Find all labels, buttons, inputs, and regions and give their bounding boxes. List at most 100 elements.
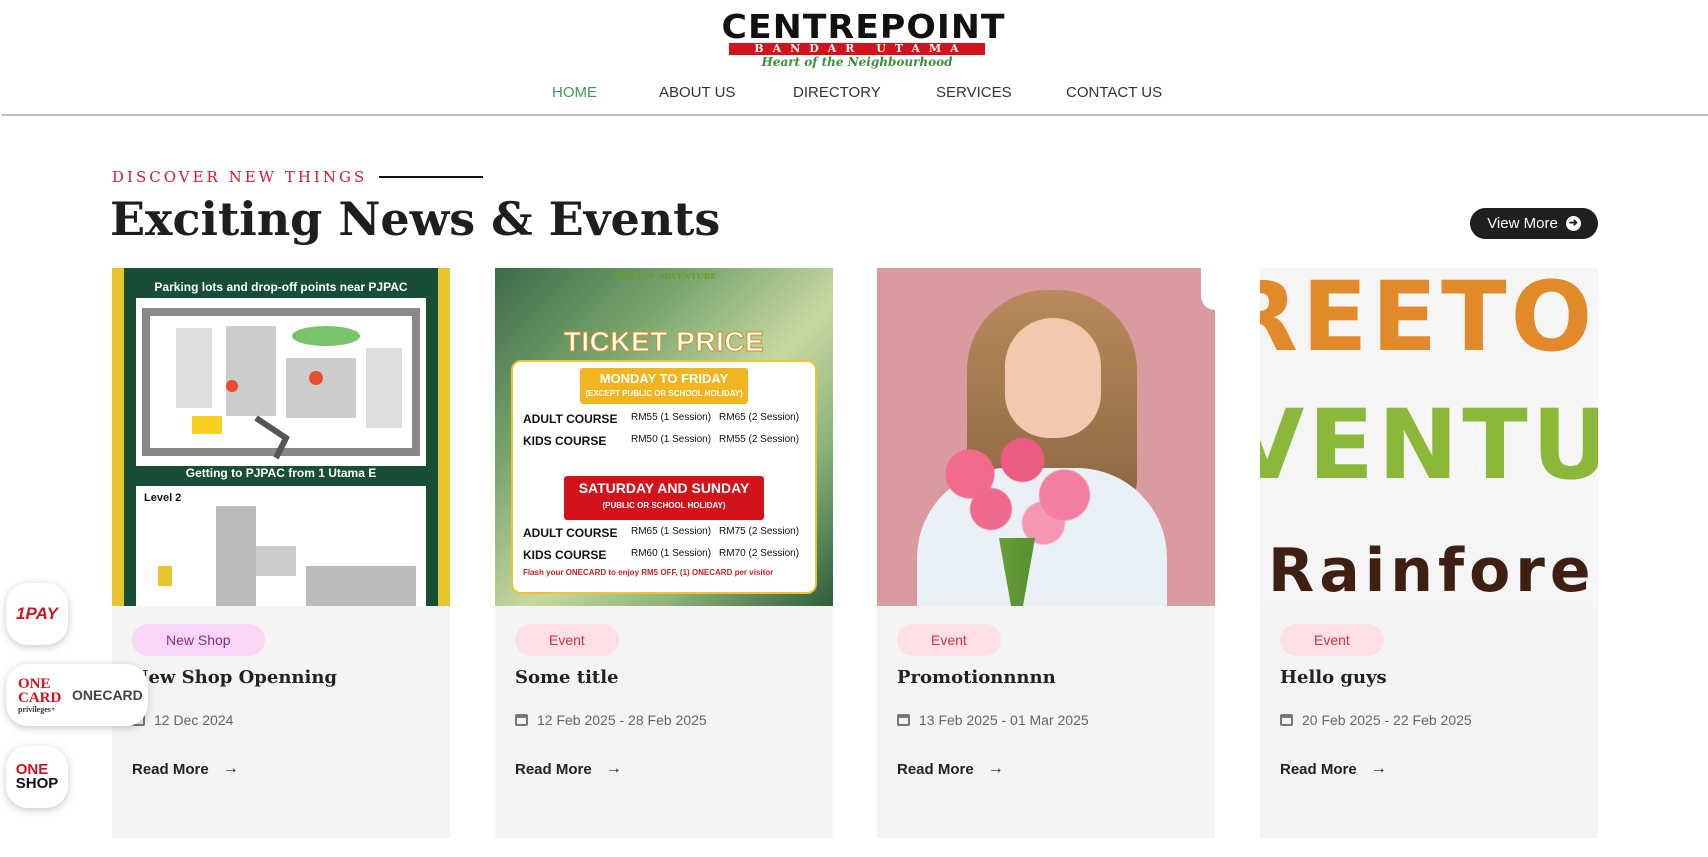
card-date-text: 12 Feb 2025 - 28 Feb 2025 — [537, 712, 707, 728]
weekday-note: (EXCEPT PUBLIC OR SCHOOL HOLIDAY) — [585, 389, 743, 398]
onecard-label: ONECARD — [72, 687, 143, 703]
news-card[interactable]: Event Promotionnnnn 13 Feb 2025 - 01 Mar… — [877, 268, 1215, 838]
map-caption-bottom: Getting to PJPAC from 1 Utama E — [185, 466, 377, 480]
arrow-right-circle-icon: ➜ — [1565, 216, 1581, 231]
read-more-label: Read More — [515, 760, 592, 778]
card-title[interactable]: Some title — [515, 667, 619, 688]
price-row: ADULT COURSE RM55 (1 Session) RM65 (2 Se… — [523, 412, 799, 426]
eyebrow-text: DISCOVER NEW THINGS — [112, 168, 368, 186]
map-poster: Parking lots and drop-off points near PJ… — [124, 268, 438, 606]
price-two-session: RM70 (2 Session) — [719, 548, 800, 559]
view-more-label: View More — [1487, 215, 1558, 232]
treetop-adventure-logo: TREETOP ADVENTURE — [611, 271, 717, 281]
arrow-right-icon: → — [605, 760, 622, 777]
onecard-button[interactable]: ONE CARD privileges+ ONECARD — [6, 664, 148, 726]
price-row: KIDS COURSE RM50 (1 Session) RM55 (2 Ses… — [523, 434, 799, 448]
poster-word-2: VENTU — [1260, 389, 1598, 501]
onecard-logo: ONE CARD privileges+ — [18, 675, 62, 714]
weekend-pill: SATURDAY AND SUNDAY (PUBLIC OR SCHOOL HO… — [564, 476, 764, 520]
price-one-session: RM50 (1 Session) — [631, 434, 712, 445]
read-more-link[interactable]: Read More → — [1280, 760, 1387, 778]
nav-services[interactable]: SERVICES — [936, 84, 1012, 101]
section-eyebrow: DISCOVER NEW THINGS — [112, 168, 484, 186]
onecard-footnote: Flash your ONECARD to enjoy RM5 OFF, (1)… — [523, 568, 774, 577]
view-more-button[interactable]: View More ➜ — [1470, 208, 1598, 239]
poster-word-3: Rainfore — [1268, 536, 1596, 606]
read-more-label: Read More — [1280, 760, 1357, 778]
nav-home[interactable]: HOME — [552, 84, 597, 101]
course-name: KIDS COURSE — [523, 548, 607, 562]
poster-word-1: REETO — [1260, 268, 1597, 373]
map-caption-top: Parking lots and drop-off points near PJ… — [154, 280, 408, 294]
centrepoint-logo[interactable]: CENTREPOINT BANDAR UTAMA Heart of the Ne… — [722, 10, 1005, 69]
logo-tagline: Heart of the Neighbourhood — [761, 55, 953, 69]
floor-map: Level 2 — [136, 486, 426, 606]
price-two-session: RM65 (2 Session) — [719, 412, 800, 423]
section-title: Exciting News & Events — [110, 192, 721, 246]
arrow-right-icon: → — [987, 760, 1004, 777]
weekday-label: MONDAY TO FRIDAY — [599, 371, 729, 386]
course-name: ADULT COURSE — [523, 412, 618, 426]
category-badge: New Shop — [132, 624, 265, 656]
eyebrow-divider — [379, 176, 484, 178]
read-more-link[interactable]: Read More → — [897, 760, 1004, 778]
onecard-logo-sub: privileges+ — [18, 704, 56, 714]
site-header: CENTREPOINT BANDAR UTAMA Heart of the Ne… — [2, 0, 1708, 116]
card-title[interactable]: Hello guys — [1280, 667, 1387, 688]
nav-about-us[interactable]: ABOUT US — [659, 84, 735, 101]
read-more-label: Read More — [132, 760, 209, 778]
logo-title: CENTREPOINT — [721, 7, 1006, 46]
1pay-button[interactable]: 1PAY — [6, 583, 68, 645]
parking-map — [136, 298, 426, 466]
category-badge: Event — [515, 624, 619, 656]
oneshop-logo: ONE SHOP — [16, 762, 59, 791]
arrow-right-icon: → — [1370, 760, 1387, 777]
category-badge: Event — [1280, 624, 1384, 656]
price-row: ADULT COURSE RM65 (1 Session) RM75 (2 Se… — [523, 526, 799, 540]
card-title[interactable]: New Shop Openning — [132, 667, 337, 688]
card-date-text: 13 Feb 2025 - 01 Mar 2025 — [919, 712, 1089, 728]
image-corner-notch — [1201, 268, 1215, 310]
card-date: 12 Feb 2025 - 28 Feb 2025 — [515, 712, 707, 728]
price-one-session: RM60 (1 Session) — [631, 548, 712, 559]
news-card[interactable]: Parking lots and drop-off points near PJ… — [112, 268, 450, 838]
tulip-bouquet — [907, 418, 1117, 558]
news-card[interactable]: REETO VENTU Rainfore Event Hello guys 20… — [1260, 268, 1598, 838]
card-image-woman-with-tulips[interactable] — [877, 268, 1215, 606]
category-badge: Event — [897, 624, 1001, 656]
price-panel: MONDAY TO FRIDAY (EXCEPT PUBLIC OR SCHOO… — [511, 360, 817, 594]
card-date: 12 Dec 2024 — [132, 712, 233, 728]
course-name: ADULT COURSE — [523, 526, 618, 540]
price-two-session: RM75 (2 Session) — [719, 526, 800, 537]
card-date: 13 Feb 2025 - 01 Mar 2025 — [897, 712, 1089, 728]
card-image-treetop-poster[interactable]: REETO VENTU Rainfore — [1260, 268, 1598, 606]
nav-directory[interactable]: DIRECTORY — [793, 84, 881, 101]
calendar-icon — [897, 714, 910, 726]
arrow-right-icon: → — [222, 760, 239, 777]
weekday-pill: MONDAY TO FRIDAY (EXCEPT PUBLIC OR SCHOO… — [580, 368, 748, 404]
weekend-note: (PUBLIC OR SCHOOL HOLIDAY) — [602, 501, 726, 510]
ticket-price-headline: TICKET PRICE — [563, 326, 765, 358]
onecard-logo-text: ONE CARD — [18, 675, 62, 706]
price-one-session: RM55 (1 Session) — [631, 412, 712, 423]
weekend-label: SATURDAY AND SUNDAY — [578, 480, 750, 496]
nav-contact-us[interactable]: CONTACT US — [1066, 84, 1162, 101]
read-more-link[interactable]: Read More → — [132, 760, 239, 778]
read-more-link[interactable]: Read More → — [515, 760, 622, 778]
price-row: KIDS COURSE RM60 (1 Session) RM70 (2 Ses… — [523, 548, 799, 562]
card-title[interactable]: Promotionnnnn — [897, 667, 1056, 688]
card-date: 20 Feb 2025 - 22 Feb 2025 — [1280, 712, 1472, 728]
oneshop-button[interactable]: ONE SHOP — [6, 746, 68, 808]
card-date-text: 20 Feb 2025 - 22 Feb 2025 — [1302, 712, 1472, 728]
card-date-text: 12 Dec 2024 — [154, 712, 234, 728]
main-nav: HOME ABOUT US DIRECTORY SERVICES CONTACT… — [2, 84, 1708, 106]
price-two-session: RM55 (2 Session) — [719, 434, 800, 445]
calendar-icon — [515, 714, 528, 726]
1pay-logo: 1PAY — [16, 604, 58, 623]
calendar-icon — [1280, 714, 1293, 726]
card-image-ticket-price[interactable]: TREETOP ADVENTURE TICKET PRICE MONDAY TO… — [495, 268, 833, 606]
card-image-parking-map[interactable]: Parking lots and drop-off points near PJ… — [112, 268, 450, 606]
read-more-label: Read More — [897, 760, 974, 778]
news-card[interactable]: TREETOP ADVENTURE TICKET PRICE MONDAY TO… — [495, 268, 833, 838]
price-one-session: RM65 (1 Session) — [631, 526, 712, 537]
